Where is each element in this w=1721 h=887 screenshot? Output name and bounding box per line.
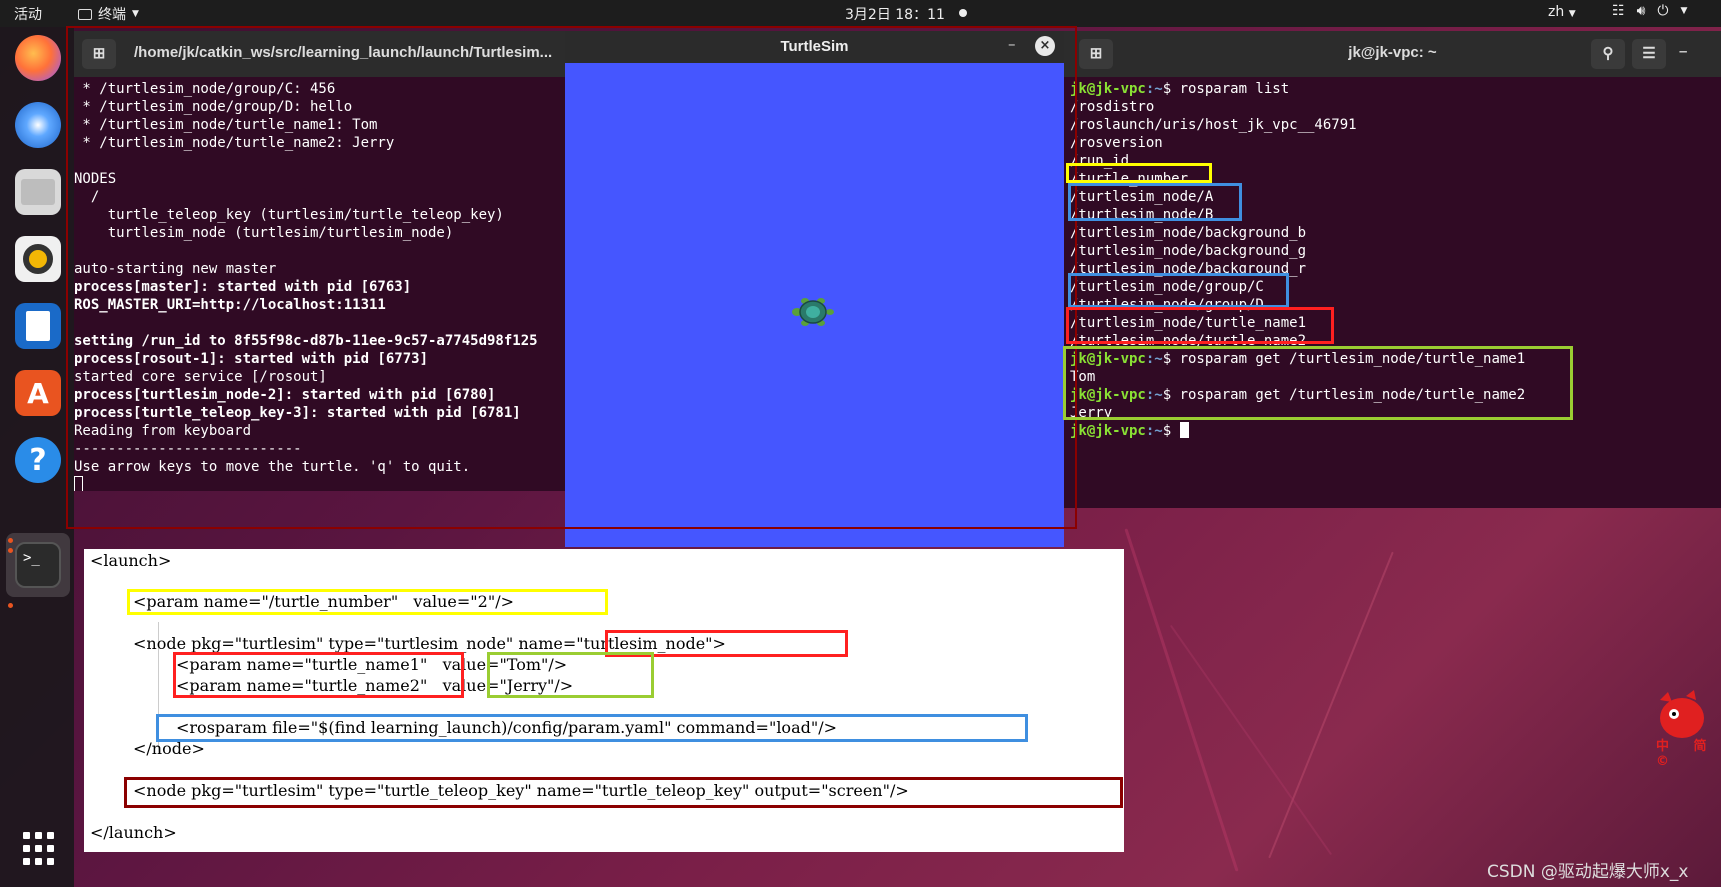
input-method-menu[interactable]: zh ▼: [1548, 4, 1576, 20]
terminal-output-line: /rosversion: [1070, 135, 1163, 151]
top-bar: 活动 终端 ▼ 3月2日 18：11 zh ▼ ☷ 🔊︎ ⏻ ▼: [0, 0, 1721, 27]
terminal-output-line: /rosdistro: [1070, 99, 1155, 115]
highlight-box-yellow: [1066, 163, 1212, 183]
terminal-icon[interactable]: >_: [15, 542, 61, 588]
highlight-box-green: [1063, 346, 1573, 420]
network-icon: ☷: [1612, 3, 1625, 19]
terminal-command: rosparam list: [1179, 81, 1290, 97]
rhythmbox-icon[interactable]: [15, 236, 61, 282]
highlight-box-blue: [156, 714, 1028, 742]
highlight-box-darkred-terminal: [66, 26, 1077, 529]
code-line: </launch>: [90, 823, 177, 842]
highlight-box-red: [1066, 307, 1334, 344]
highlight-box-yellow: [127, 589, 608, 615]
highlight-box-red: [173, 652, 464, 698]
prompt-symbol: $: [1162, 81, 1180, 97]
prompt-path: :~: [1145, 423, 1163, 439]
search-icon[interactable]: ⚲: [1591, 39, 1625, 69]
launch-file-snippet: <launch> <param name="/turtle_number" va…: [84, 549, 1124, 852]
show-apps-icon[interactable]: [15, 825, 61, 871]
right-terminal-header[interactable]: ⊞ jk@jk-vpc: ~ ⚲ ☰ –: [1064, 31, 1721, 77]
minimize-icon[interactable]: –: [1679, 43, 1687, 61]
volume-icon: 🔊︎: [1636, 3, 1646, 19]
wallpaper-streak: [1268, 551, 1394, 859]
prompt-path: :~: [1145, 81, 1163, 97]
dock: A ? >_: [0, 27, 74, 887]
system-menu[interactable]: ☷ 🔊︎ ⏻ ▼: [1612, 3, 1687, 19]
highlight-box-blue: [1068, 183, 1242, 221]
software-center-icon[interactable]: A: [15, 370, 61, 416]
terminal-output-line: /roslaunch/uris/host_jk_vpc__46791: [1070, 117, 1357, 133]
prompt-symbol: $: [1162, 423, 1180, 439]
right-terminal-window[interactable]: ⊞ jk@jk-vpc: ~ ⚲ ☰ – jk@jk-vpc:~$ rospar…: [1064, 31, 1721, 508]
running-indicator: [8, 538, 13, 543]
highlight-box-green: [487, 652, 654, 698]
clock[interactable]: 3月2日 18：11: [845, 4, 945, 24]
writer-icon[interactable]: [15, 303, 61, 349]
running-indicator: [8, 548, 13, 553]
mascot-caption: 中 简 ©: [1656, 739, 1717, 769]
prompt-user: jk@jk-vpc: [1070, 81, 1146, 97]
terminal-app-icon: [78, 8, 92, 20]
code-line: <launch>: [90, 551, 172, 570]
watermark: CSDN @驱动起爆大师x_x: [1487, 862, 1689, 882]
terminal-prompt-line: jk@jk-vpc:~$ rosparam list: [1070, 80, 1721, 98]
chevron-down-icon: ▼: [1568, 9, 1576, 19]
highlight-box-darkred: [124, 777, 1123, 808]
highlight-box-blue: [1068, 273, 1289, 308]
menu-icon[interactable]: ☰: [1632, 39, 1666, 69]
prompt-user: jk@jk-vpc: [1070, 423, 1146, 439]
thunderbird-icon[interactable]: [15, 102, 61, 148]
running-indicator: [8, 603, 13, 608]
activities-button[interactable]: 活动: [14, 4, 42, 24]
help-icon[interactable]: ?: [15, 437, 61, 483]
terminal-prompt-line: jk@jk-vpc:~$: [1070, 422, 1721, 440]
notification-dot-icon: [959, 9, 967, 17]
files-icon[interactable]: [15, 169, 61, 215]
chevron-down-icon: ▼: [132, 9, 139, 19]
input-method-label: zh: [1548, 4, 1565, 20]
terminal-cursor: [1179, 422, 1189, 438]
terminal-output-line: /turtlesim_node/background_g: [1070, 243, 1307, 259]
terminal-output-line: /turtlesim_node/background_b: [1070, 225, 1307, 241]
app-menu[interactable]: 终端 ▼: [78, 4, 139, 24]
firefox-icon[interactable]: [15, 35, 61, 81]
power-icon: ⏻: [1657, 3, 1669, 19]
app-menu-label: 终端: [98, 7, 126, 23]
chevron-down-icon: ▼: [1680, 6, 1688, 16]
